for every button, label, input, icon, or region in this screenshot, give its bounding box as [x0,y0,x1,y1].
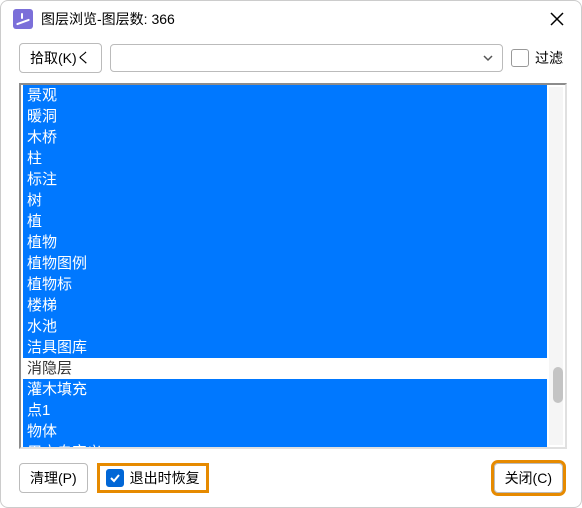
layer-list-frame: 景观暖洞木桥柱标注树植植物植物图例植物标楼梯水池洁具图库消隐层灌木填充点1物体用… [19,83,567,449]
layer-combo[interactable] [110,44,503,72]
list-item[interactable]: 植物 [23,232,547,253]
clean-button[interactable]: 清理(P) [19,463,88,493]
list-item[interactable]: 点1 [23,400,547,421]
list-item[interactable]: 树 [23,190,547,211]
list-item[interactable]: 水池 [23,316,547,337]
dialog-window: 图层浏览-图层数: 366 拾取(K)く 过滤 景观暖洞木桥柱标注树植植物植物图… [0,0,582,508]
list-item[interactable]: 植物标 [23,274,547,295]
list-item[interactable]: 灌木填充 [23,379,547,400]
pick-button[interactable]: 拾取(K)く [19,43,102,73]
filter-checkbox[interactable] [511,49,529,67]
list-item[interactable]: 木桥 [23,127,547,148]
list-item[interactable]: 柱 [23,148,547,169]
list-item[interactable]: 植 [23,211,547,232]
close-icon[interactable] [545,7,569,31]
list-item[interactable]: 植物图例 [23,253,547,274]
bottombar: 清理(P) 退出时恢复 关闭(C) [1,453,581,507]
restore-check-group[interactable]: 退出时恢复 [100,466,206,490]
list-item[interactable]: 用户自定义1 [23,442,547,447]
close-button[interactable]: 关闭(C) [494,463,563,493]
scrollbar[interactable] [549,87,563,445]
layer-list[interactable]: 景观暖洞木桥柱标注树植植物植物图例植物标楼梯水池洁具图库消隐层灌木填充点1物体用… [23,85,547,447]
chevron-down-icon [482,52,494,64]
list-item[interactable]: 物体 [23,421,547,442]
list-item[interactable]: 景观 [23,85,547,106]
list-item[interactable]: 暖洞 [23,106,547,127]
filter-check-group: 过滤 [511,48,563,68]
restore-checkbox[interactable] [106,469,124,487]
list-item[interactable]: 楼梯 [23,295,547,316]
window-title: 图层浏览-图层数: 366 [41,9,537,29]
filter-label: 过滤 [535,48,563,68]
list-item[interactable]: 标注 [23,169,547,190]
restore-label: 退出时恢复 [130,468,200,488]
scrollbar-thumb[interactable] [553,367,563,403]
titlebar: 图层浏览-图层数: 366 [1,1,581,37]
toolbar: 拾取(K)く 过滤 [1,37,581,79]
list-item[interactable]: 洁具图库 [23,337,547,358]
list-item[interactable]: 消隐层 [23,358,547,379]
app-icon [13,9,33,29]
